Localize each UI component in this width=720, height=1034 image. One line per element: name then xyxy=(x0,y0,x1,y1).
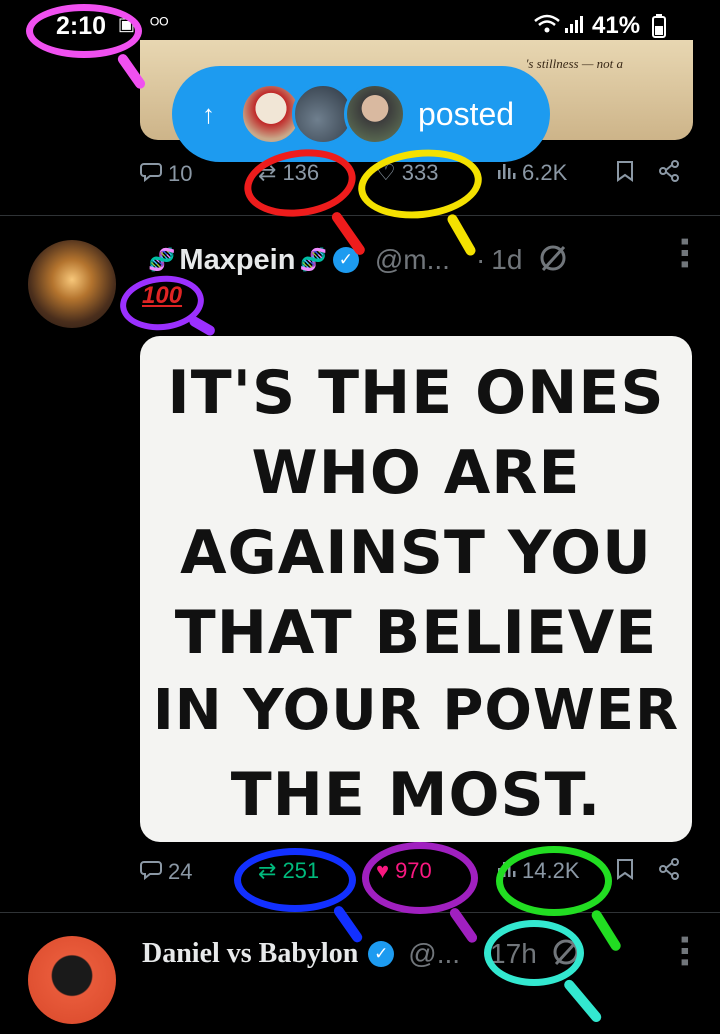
new-posts-pill[interactable]: ↑ posted xyxy=(172,66,550,162)
annotation-tail xyxy=(562,977,604,1025)
battery-icon xyxy=(652,14,666,43)
views-icon xyxy=(496,160,516,186)
dna-icon: 🧬 xyxy=(299,247,327,272)
avatar xyxy=(344,83,406,145)
reply-icon xyxy=(140,858,162,886)
share-icon xyxy=(658,858,680,886)
views-button[interactable]: 6.2K xyxy=(496,160,567,186)
divider xyxy=(0,215,720,216)
annotation-circle xyxy=(362,842,478,914)
quote-line: THAT BELIEVE xyxy=(174,598,658,668)
author-avatar[interactable] xyxy=(28,240,116,328)
quote-line: THE MOST. xyxy=(230,760,602,830)
reply-button[interactable]: 10 xyxy=(140,160,192,188)
image-caption: 's stillness — not a xyxy=(525,56,623,71)
more-icon[interactable]: ⋯ xyxy=(664,934,704,968)
wifi-icon xyxy=(534,14,560,39)
posted-avatars xyxy=(240,83,406,145)
reply-button[interactable]: 24 xyxy=(140,858,192,886)
quote-line: WHO ARE xyxy=(251,438,581,508)
verified-badge-icon: ✓ xyxy=(368,941,395,967)
posted-label: posted xyxy=(418,95,515,132)
author-handle[interactable]: @m... xyxy=(375,244,450,276)
post-age[interactable]: 1d xyxy=(491,244,522,276)
divider xyxy=(0,912,720,913)
quote-line: IT'S THE ONES xyxy=(167,358,665,428)
quote-line: AGAINST YOU xyxy=(180,518,652,588)
share-button[interactable] xyxy=(658,160,686,188)
bookmark-icon xyxy=(616,858,634,886)
views-count: 6.2K xyxy=(522,160,568,185)
grok-icon[interactable] xyxy=(538,243,568,278)
annotation-tail xyxy=(589,908,623,953)
bookmark-button[interactable] xyxy=(616,858,640,886)
author-avatar[interactable] xyxy=(28,936,116,1024)
up-arrow-icon: ↑ xyxy=(202,98,215,129)
share-icon xyxy=(658,160,680,188)
share-button[interactable] xyxy=(658,858,686,886)
annotation-circle xyxy=(234,848,356,912)
voicemail-icon: ᴼᴼ xyxy=(150,14,169,34)
annotation-circle xyxy=(496,846,612,916)
reply-count: 10 xyxy=(168,161,193,186)
author-name[interactable]: Daniel vs Babylon xyxy=(142,938,358,970)
annotation-circle xyxy=(484,920,584,986)
battery-level: 41% xyxy=(592,12,641,39)
signal-icon xyxy=(564,14,586,39)
annotation-circle xyxy=(26,4,142,58)
reply-count: 24 xyxy=(168,859,193,884)
bookmark-button[interactable] xyxy=(616,160,640,188)
bookmark-icon xyxy=(616,160,634,188)
dna-icon: 🧬 xyxy=(148,247,176,272)
author-handle[interactable]: @... xyxy=(408,938,460,970)
quote-line: IN YOUR POWER xyxy=(152,678,680,743)
author-name[interactable]: Maxpein xyxy=(179,244,295,277)
tweet-image[interactable]: IT'S THE ONES WHO ARE AGAINST YOU THAT B… xyxy=(140,336,692,842)
more-icon[interactable]: ⋯ xyxy=(664,236,704,270)
annotation-tail xyxy=(187,314,217,338)
reply-icon xyxy=(140,160,162,188)
meta-separator: · xyxy=(475,244,486,275)
